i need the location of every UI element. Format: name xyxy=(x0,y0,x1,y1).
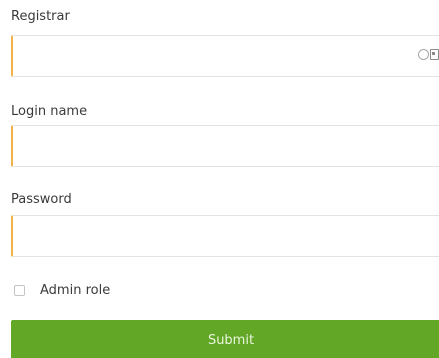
registrar-input[interactable] xyxy=(11,35,439,77)
circle-icon[interactable] xyxy=(418,49,429,60)
admin-role-label: Admin role xyxy=(40,283,111,298)
admin-role-row: Admin role xyxy=(14,283,110,298)
password-label: Password xyxy=(11,192,72,207)
submit-button[interactable]: Submit xyxy=(11,320,439,358)
registrar-login-form: Registrar Login name Password Admin role… xyxy=(0,0,439,358)
card-icon[interactable] xyxy=(430,49,439,60)
login-name-label: Login name xyxy=(11,104,88,119)
registrar-label: Registrar xyxy=(11,9,70,24)
password-input[interactable] xyxy=(11,215,439,257)
admin-role-checkbox[interactable] xyxy=(14,285,25,296)
login-name-input[interactable] xyxy=(11,125,439,167)
autofill-icons[interactable] xyxy=(418,49,439,60)
